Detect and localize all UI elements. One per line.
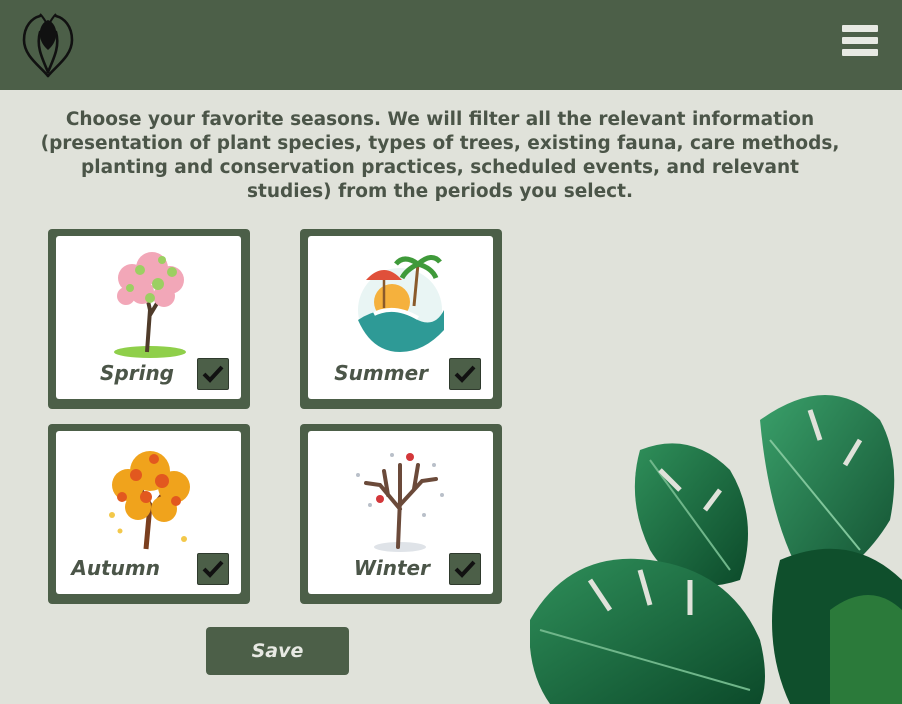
autumn-tree-icon — [109, 451, 190, 550]
top-bar — [0, 0, 902, 90]
card-body: Autumn — [56, 431, 241, 594]
intro-text: Choose your favorite seasons. We will fi… — [40, 109, 840, 202]
season-label-autumn: Autumn — [71, 556, 160, 580]
checkmark-icon — [454, 365, 476, 383]
menu-bar-top — [842, 25, 878, 32]
spring-checkbox[interactable] — [197, 358, 229, 390]
card-body: Spring — [56, 236, 241, 399]
spring-tree-icon — [114, 252, 186, 358]
season-label-spring: Spring — [100, 361, 174, 385]
checkmark-icon — [202, 560, 224, 578]
monstera-plant-decoration — [530, 395, 902, 704]
season-card-summer[interactable]: Summer — [300, 229, 502, 409]
winter-tree-icon — [356, 453, 444, 552]
menu-bar-bottom — [842, 49, 878, 56]
checkmark-icon — [454, 560, 476, 578]
autumn-checkbox[interactable] — [197, 553, 229, 585]
hamburger-menu-icon[interactable] — [842, 25, 878, 59]
season-card-winter[interactable]: Winter — [300, 424, 502, 604]
card-body: Winter — [308, 431, 493, 594]
season-label-winter: Winter — [353, 556, 430, 580]
flower-logo-icon[interactable] — [18, 10, 78, 80]
summer-checkbox[interactable] — [449, 358, 481, 390]
season-card-spring[interactable]: Spring — [48, 229, 250, 409]
season-card-autumn[interactable]: Autumn — [48, 424, 250, 604]
season-label-summer: Summer — [334, 361, 428, 385]
save-button[interactable]: Save — [206, 627, 349, 675]
beach-icon — [358, 255, 444, 352]
menu-bar-middle — [842, 37, 878, 44]
checkmark-icon — [202, 365, 224, 383]
winter-checkbox[interactable] — [449, 553, 481, 585]
card-body: Summer — [308, 236, 493, 399]
